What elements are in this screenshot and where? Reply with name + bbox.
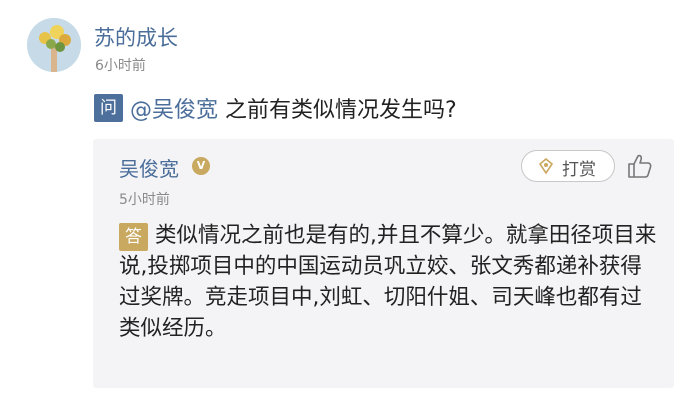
asker-avatar[interactable] xyxy=(27,18,81,72)
question-badge: 问 xyxy=(94,94,123,122)
tip-button[interactable]: 打赏 xyxy=(521,150,615,182)
tip-icon xyxy=(538,158,554,174)
asker-name[interactable]: 苏的成长 xyxy=(94,22,178,52)
answer-card: 吴俊宽 V 打赏 5小时前 答 类似情况之前也是有的,并且不算少。就拿田径项目来… xyxy=(93,139,674,388)
ask-timestamp: 6小时前 xyxy=(95,58,146,74)
question-text: @吴俊宽 之前有类似情况发生吗? xyxy=(130,92,457,124)
tip-label: 打赏 xyxy=(562,160,596,180)
thumbs-up-icon[interactable] xyxy=(625,151,655,181)
answer-timestamp: 5小时前 xyxy=(119,192,170,208)
answer-text: 类似情况之前也是有的,并且不算少。就拿田径项目来说,投掷项目中的中国运动员巩立姣… xyxy=(119,223,657,341)
mention-link[interactable]: @吴俊宽 xyxy=(130,98,218,123)
verified-v-icon: V xyxy=(192,157,210,175)
question-body: 之前有类似情况发生吗? xyxy=(218,98,457,123)
answerer-name[interactable]: 吴俊宽 xyxy=(119,153,179,182)
